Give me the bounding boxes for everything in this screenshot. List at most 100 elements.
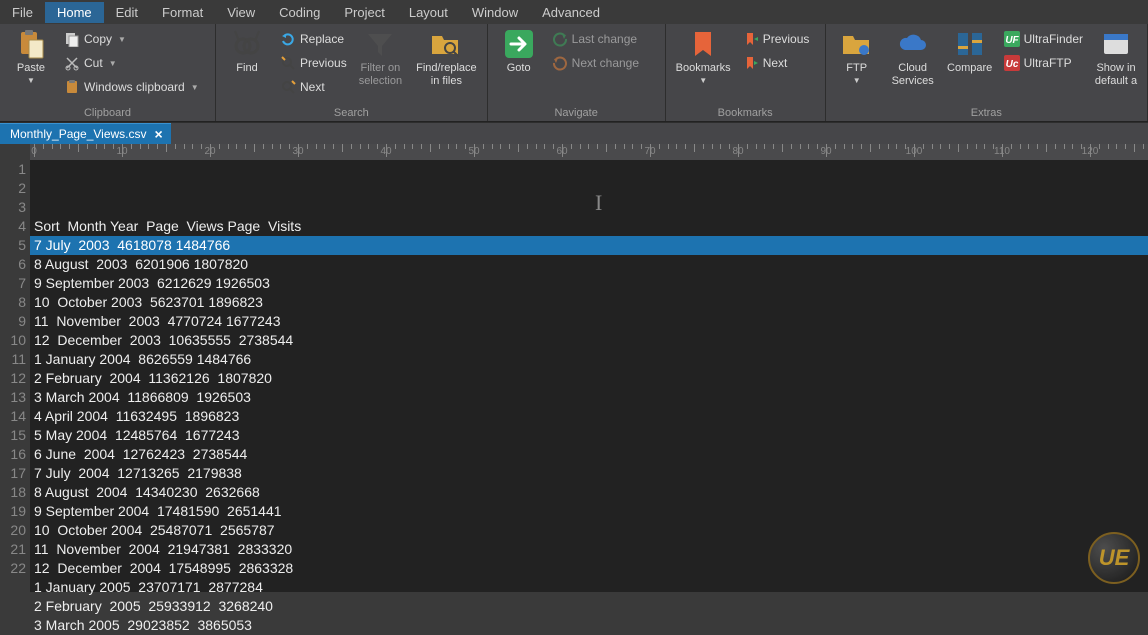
ribbon-group-clipboard: Paste ▼ Copy ▼ Cut ▼ Windows clipboard ▼ xyxy=(0,24,216,121)
find-previous-button[interactable]: Previous xyxy=(278,52,349,74)
ribbon-group-label: Navigate xyxy=(494,105,659,121)
editor-line[interactable]: 9 September 2004 17481590 2651441 xyxy=(30,502,1148,521)
line-number: 17 xyxy=(0,464,26,483)
editor-line[interactable]: 12 December 2004 17548995 2863328 xyxy=(30,559,1148,578)
editor-line[interactable]: 3 March 2004 11866809 1926503 xyxy=(30,388,1148,407)
editor-line[interactable]: 9 September 2003 6212629 1926503 xyxy=(30,274,1148,293)
ribbon-group-label: Extras xyxy=(832,105,1141,121)
compare-label: Compare xyxy=(947,62,992,75)
compare-button[interactable]: Compare xyxy=(944,26,996,77)
line-number: 22 xyxy=(0,559,26,578)
line-number: 5 xyxy=(0,236,26,255)
editor-line[interactable]: 11 November 2004 21947381 2833320 xyxy=(30,540,1148,559)
next-change-label: Next change xyxy=(572,56,639,70)
replace-button[interactable]: Replace xyxy=(278,28,349,50)
editor-area: 12345678910111213141516171819202122 I So… xyxy=(0,160,1148,592)
cloud-services-button[interactable]: Cloud Services xyxy=(888,26,938,90)
editor-line[interactable]: 1 January 2004 8626559 1484766 xyxy=(30,350,1148,369)
editor-line[interactable]: 3 March 2005 29023852 3865053 xyxy=(30,616,1148,635)
menu-item-advanced[interactable]: Advanced xyxy=(530,2,612,23)
ultrafinder-label: UltraFinder xyxy=(1024,32,1083,46)
line-number: 6 xyxy=(0,255,26,274)
line-number: 12 xyxy=(0,369,26,388)
ribbon-group-navigate: Goto Last change Next change Navigate xyxy=(488,24,666,121)
filter-on-selection-button[interactable]: Filter on selection xyxy=(355,26,406,90)
goto-icon xyxy=(503,28,535,60)
svg-text:UF: UF xyxy=(1005,35,1019,46)
paste-icon xyxy=(15,28,47,60)
bookmark-next-button[interactable]: Next xyxy=(741,52,812,74)
editor-line[interactable]: 7 July 2003 4618078 1484766 xyxy=(30,236,1148,255)
menu-item-layout[interactable]: Layout xyxy=(397,2,460,23)
ruler-tick-label: 0 xyxy=(31,146,37,157)
editor-line[interactable]: 5 May 2004 12485764 1677243 xyxy=(30,426,1148,445)
menu-item-home[interactable]: Home xyxy=(45,2,104,23)
ultraftp-button[interactable]: Uc UltraFTP xyxy=(1002,52,1085,74)
copy-button[interactable]: Copy ▼ xyxy=(62,28,201,50)
show-in-default-button[interactable]: Show in default a xyxy=(1091,26,1141,90)
arrow-left-icon xyxy=(552,31,568,47)
ribbon-group-search: Find Replace Previous Next Filter on s xyxy=(216,24,488,121)
ftp-label: FTP xyxy=(846,62,867,75)
ruler: 0102030405060708090100110120130 xyxy=(0,144,1148,160)
svg-text:Uc: Uc xyxy=(1005,59,1018,70)
find-icon xyxy=(231,28,263,60)
ribbon-group-bookmarks: Bookmarks ▼ Previous Next Bookmarks xyxy=(666,24,826,121)
next-icon xyxy=(280,79,296,95)
bookmarks-label: Bookmarks xyxy=(676,62,731,75)
cut-button[interactable]: Cut ▼ xyxy=(62,52,201,74)
menu-item-coding[interactable]: Coding xyxy=(267,2,332,23)
line-number: 10 xyxy=(0,331,26,350)
editor-line[interactable]: 10 October 2004 25487071 2565787 xyxy=(30,521,1148,540)
find-next-button[interactable]: Next xyxy=(278,76,349,98)
editor-line[interactable]: 12 December 2003 10635555 2738544 xyxy=(30,331,1148,350)
editor-line[interactable]: Sort Month Year Page Views Page Visits xyxy=(30,217,1148,236)
menu-item-file[interactable]: File xyxy=(0,2,45,23)
find-button[interactable]: Find xyxy=(222,26,272,77)
text-editor[interactable]: I Sort Month Year Page Views Page Visits… xyxy=(30,160,1148,592)
editor-line[interactable]: 2 February 2004 11362126 1807820 xyxy=(30,369,1148,388)
editor-line[interactable]: 7 July 2004 12713265 2179838 xyxy=(30,464,1148,483)
document-tab[interactable]: Monthly_Page_Views.csv × xyxy=(0,123,171,144)
bookmark-previous-button[interactable]: Previous xyxy=(741,28,812,50)
editor-line[interactable]: 11 November 2003 4770724 1677243 xyxy=(30,312,1148,331)
menu-bar: FileHomeEditFormatViewCodingProjectLayou… xyxy=(0,0,1148,24)
ruler-tick-label: 10 xyxy=(116,146,127,157)
last-change-button[interactable]: Last change xyxy=(550,28,641,50)
editor-line[interactable]: 8 August 2004 14340230 2632668 xyxy=(30,483,1148,502)
find-replace-in-files-button[interactable]: Find/replace in files xyxy=(412,26,481,90)
paste-button[interactable]: Paste ▼ xyxy=(6,26,56,87)
copy-label: Copy xyxy=(84,32,112,46)
editor-line[interactable]: 1 January 2005 23707171 2877284 xyxy=(30,578,1148,597)
line-number: 1 xyxy=(0,160,26,179)
cut-icon xyxy=(64,55,80,71)
menu-item-view[interactable]: View xyxy=(215,2,267,23)
cut-label: Cut xyxy=(84,56,103,70)
windows-clipboard-button[interactable]: Windows clipboard ▼ xyxy=(62,76,201,98)
menu-item-edit[interactable]: Edit xyxy=(104,2,150,23)
close-icon[interactable]: × xyxy=(155,129,163,139)
compare-icon xyxy=(954,28,986,60)
editor-line[interactable]: 2 February 2005 25933912 3268240 xyxy=(30,597,1148,616)
editor-line[interactable]: 6 June 2004 12762423 2738544 xyxy=(30,445,1148,464)
windows-clipboard-label: Windows clipboard xyxy=(84,80,185,94)
editor-line[interactable]: 10 October 2003 5623701 1896823 xyxy=(30,293,1148,312)
ultrafinder-button[interactable]: UF UltraFinder xyxy=(1002,28,1085,50)
bookmarks-button[interactable]: Bookmarks ▼ xyxy=(672,26,735,87)
previous-icon xyxy=(280,55,296,71)
dropdown-arrow-icon: ▼ xyxy=(118,35,126,44)
goto-button[interactable]: Goto xyxy=(494,26,544,77)
menu-item-window[interactable]: Window xyxy=(460,2,530,23)
ruler-tick-label: 80 xyxy=(732,146,743,157)
show-in-default-label: Show in default a xyxy=(1095,62,1137,88)
menu-item-project[interactable]: Project xyxy=(332,2,396,23)
editor-line[interactable]: 8 August 2003 6201906 1807820 xyxy=(30,255,1148,274)
cloud-icon xyxy=(897,28,929,60)
ftp-button[interactable]: FTP ▼ xyxy=(832,26,882,87)
line-number: 3 xyxy=(0,198,26,217)
menu-item-format[interactable]: Format xyxy=(150,2,215,23)
editor-line[interactable]: 4 April 2004 11632495 1896823 xyxy=(30,407,1148,426)
dropdown-arrow-icon: ▼ xyxy=(853,76,861,85)
bookmark-next-icon xyxy=(743,55,759,71)
next-change-button[interactable]: Next change xyxy=(550,52,641,74)
